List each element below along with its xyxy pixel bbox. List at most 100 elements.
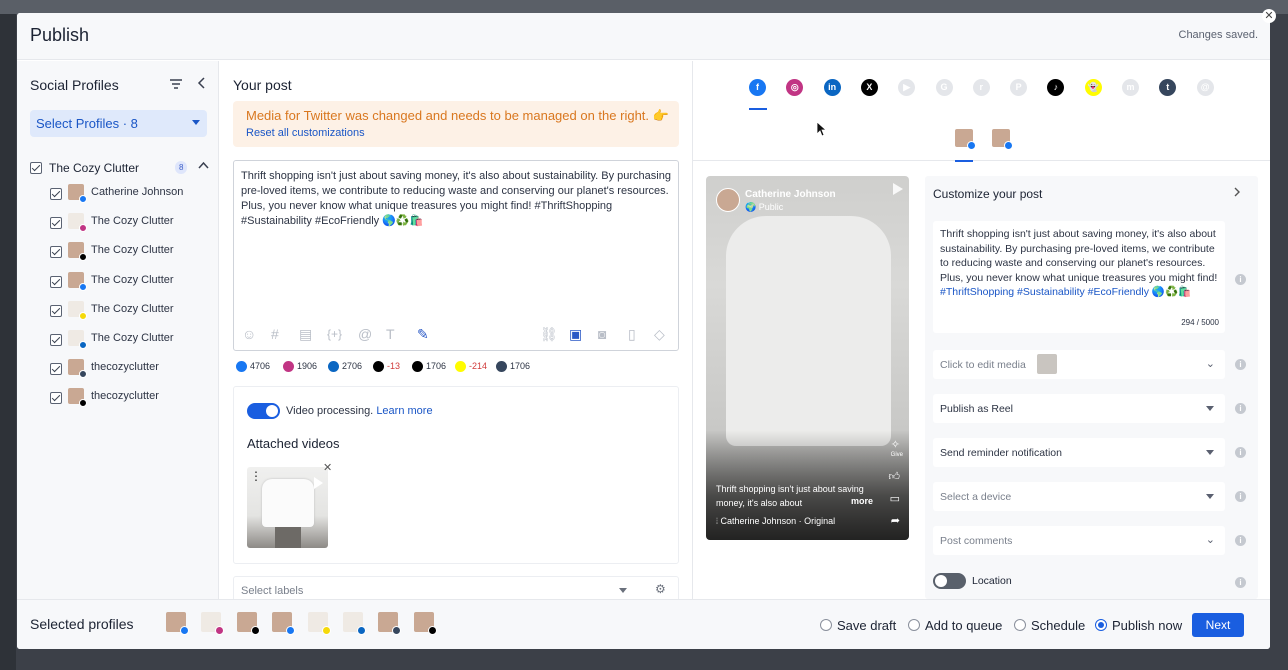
selected-profile-avatar[interactable] xyxy=(201,612,225,635)
link-icon[interactable]: ⛓ xyxy=(540,326,558,343)
ai-assistant-icon[interactable]: ✎ xyxy=(417,326,429,343)
profile-item[interactable]: thecozyclutter xyxy=(50,388,215,410)
camera-icon[interactable]: ◙ xyxy=(598,326,606,342)
selected-profile-avatar[interactable] xyxy=(378,612,402,635)
location-toggle[interactable] xyxy=(933,573,966,589)
profile-item[interactable]: The Cozy Clutter xyxy=(50,300,215,323)
profile-tab-cozy-clutter[interactable] xyxy=(992,129,1013,150)
info-icon[interactable]: i xyxy=(1235,447,1246,458)
customize-text-editor[interactable]: Thrift shopping isn't just about saving … xyxy=(933,221,1225,333)
pinterest-icon[interactable]: P xyxy=(1010,79,1028,96)
snapchat-icon[interactable]: 👻 xyxy=(1084,79,1102,96)
more-options-icon[interactable]: ⋮ xyxy=(250,469,262,483)
post-text[interactable]: Thrift shopping isn't just about saving … xyxy=(241,169,673,229)
post-text-editor[interactable]: Thrift shopping isn't just about saving … xyxy=(233,160,679,351)
info-icon[interactable]: i xyxy=(1235,577,1246,588)
chevron-right-icon[interactable] xyxy=(1233,186,1241,201)
google-business-icon[interactable]: G xyxy=(935,79,953,96)
reel-audio: ⦙ Catherine Johnson · Original xyxy=(716,516,835,527)
mention-icon[interactable]: @ xyxy=(358,326,372,342)
video-processing-toggle[interactable] xyxy=(247,403,280,419)
snippet-icon[interactable]: ▤ xyxy=(299,326,312,343)
linkedin-icon[interactable]: in xyxy=(823,79,841,96)
reddit-icon[interactable]: r xyxy=(972,79,990,96)
post-comments-dropdown[interactable]: Post comments ⌄ xyxy=(933,526,1225,555)
profile-checkbox[interactable] xyxy=(50,334,62,346)
radio-button[interactable] xyxy=(908,619,920,631)
facebook-icon[interactable]: f xyxy=(749,79,766,96)
info-icon[interactable]: i xyxy=(1235,403,1246,414)
reset-customizations-link[interactable]: Reset all customizations xyxy=(246,127,365,139)
reminder-select[interactable]: Send reminder notification xyxy=(933,438,1225,467)
next-button[interactable]: Next xyxy=(1192,613,1244,637)
threads-icon[interactable]: @ xyxy=(1196,79,1214,96)
profile-checkbox[interactable] xyxy=(50,304,62,317)
radio-button-selected[interactable] xyxy=(1095,619,1107,631)
tiktok-icon xyxy=(79,399,87,408)
profile-item[interactable]: thecozyclutter xyxy=(50,359,215,381)
profile-checkbox[interactable] xyxy=(50,392,62,405)
info-icon[interactable]: i xyxy=(1235,359,1246,370)
device-select[interactable]: Select a device xyxy=(933,482,1225,511)
customize-text[interactable]: Thrift shopping isn't just about saving … xyxy=(940,227,1222,300)
hashtag-icon[interactable]: # xyxy=(271,326,279,342)
selected-profile-avatar[interactable] xyxy=(307,612,331,635)
canva-icon[interactable]: ◇ xyxy=(654,326,665,343)
tumblr-icon[interactable]: t xyxy=(1159,79,1177,96)
chevron-down-icon xyxy=(1206,406,1214,411)
group-checkbox[interactable] xyxy=(30,162,42,174)
learn-more-link[interactable]: Learn more xyxy=(376,405,432,417)
play-icon[interactable] xyxy=(893,183,903,195)
selected-profile-avatar[interactable] xyxy=(343,612,366,635)
document-icon[interactable]: ▯ xyxy=(628,326,636,343)
publish-as-select[interactable]: Publish as Reel xyxy=(933,394,1225,423)
profile-group[interactable]: The Cozy Clutter 8 xyxy=(30,160,210,178)
profile-tab-catherine[interactable] xyxy=(955,129,976,150)
info-icon[interactable]: i xyxy=(1235,274,1246,285)
modal-header: Publish Changes saved. xyxy=(17,13,1270,60)
tumblr-icon xyxy=(496,361,507,372)
profile-item[interactable]: The Cozy Clutter xyxy=(50,242,215,264)
profile-checkbox[interactable] xyxy=(50,217,62,230)
radio-button[interactable] xyxy=(820,619,832,631)
close-modal-icon[interactable]: ✕ xyxy=(1262,9,1276,23)
instagram-icon[interactable]: ◎ xyxy=(786,79,804,96)
profile-checkbox[interactable] xyxy=(50,363,62,376)
mastodon-icon[interactable]: m xyxy=(1122,79,1139,96)
info-icon[interactable]: i xyxy=(1235,491,1246,502)
video-icon[interactable]: ▣ xyxy=(569,326,582,343)
profile-item[interactable]: The Cozy Clutter xyxy=(50,271,215,294)
profile-checkbox[interactable] xyxy=(50,188,62,200)
selected-profile-avatar[interactable] xyxy=(166,612,189,635)
collapse-panel-icon[interactable] xyxy=(196,76,206,93)
chevron-up-icon[interactable] xyxy=(198,160,209,172)
customize-emoji: 🌎♻️🛍️ xyxy=(1148,286,1192,298)
selected-profile-avatar[interactable] xyxy=(236,612,260,635)
info-icon[interactable]: i xyxy=(1235,535,1246,546)
filter-icon[interactable] xyxy=(169,78,183,90)
x-icon[interactable]: X xyxy=(860,79,878,96)
youtube-icon[interactable]: ▶ xyxy=(898,79,916,96)
remove-video-icon[interactable]: ✕ xyxy=(323,461,332,474)
thumbnail-shirt xyxy=(262,479,314,527)
reel-shirt-image xyxy=(726,216,891,446)
gear-icon[interactable]: ⚙ xyxy=(655,582,666,596)
play-icon[interactable] xyxy=(314,477,323,489)
radio-button[interactable] xyxy=(1014,619,1026,631)
text-format-icon[interactable]: T xyxy=(386,326,395,342)
tiktok-icon[interactable]: ♪ xyxy=(1047,79,1065,96)
profile-item[interactable]: The Cozy Clutter xyxy=(50,330,215,352)
profile-item[interactable]: Catherine Johnson xyxy=(50,184,215,206)
profile-checkbox[interactable] xyxy=(50,275,62,288)
video-thumbnail[interactable]: ⋮ xyxy=(247,467,328,548)
variables-icon[interactable]: {+} xyxy=(327,327,342,341)
customize-text-body: Thrift shopping isn't just about saving … xyxy=(940,228,1218,284)
emoji-icon[interactable]: ☺ xyxy=(242,326,256,342)
selected-profile-avatar[interactable] xyxy=(272,612,296,635)
profile-checkbox[interactable] xyxy=(50,246,62,259)
edit-media-dropdown[interactable]: Click to edit media ⌄ xyxy=(933,350,1225,379)
selected-profile-avatar[interactable] xyxy=(413,612,437,635)
profile-item[interactable]: The Cozy Clutter xyxy=(50,213,215,235)
thumbnail-legs xyxy=(275,527,301,548)
select-profiles-dropdown[interactable]: Select Profiles · 8 xyxy=(30,110,207,137)
